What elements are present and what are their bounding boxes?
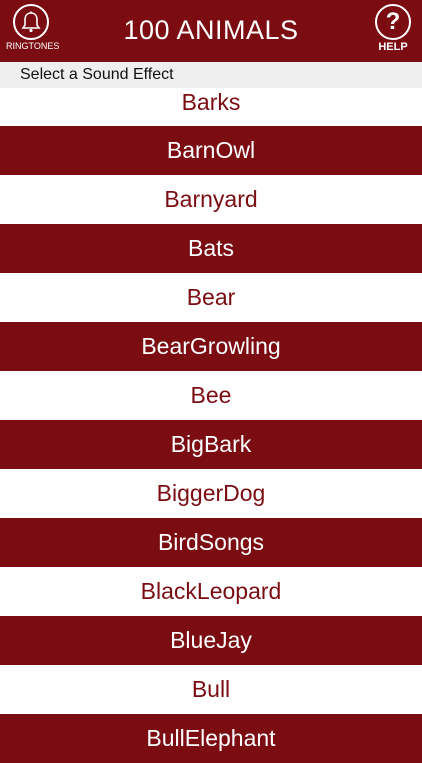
question-icon: ?	[375, 4, 411, 40]
help-label: HELP	[378, 41, 408, 53]
list-item[interactable]: BearGrowling	[0, 322, 422, 371]
list-item[interactable]: BarnOwl	[0, 126, 422, 175]
list-item[interactable]: Bats	[0, 224, 422, 273]
list-item[interactable]: BullElephant	[0, 714, 422, 763]
list-item[interactable]: BlueJay	[0, 616, 422, 665]
section-header: Select a Sound Effect	[0, 62, 422, 88]
list-item[interactable]: Bull	[0, 665, 422, 714]
list-item[interactable]: Bee	[0, 371, 422, 420]
list-item[interactable]: Bear	[0, 273, 422, 322]
list-item[interactable]: BiggerDog	[0, 469, 422, 518]
list-item[interactable]: Barks	[0, 88, 422, 126]
section-header-label: Select a Sound Effect	[20, 66, 174, 83]
list-item[interactable]: BirdSongs	[0, 518, 422, 567]
sound-list: Barks BarnOwl Barnyard Bats Bear BearGro…	[0, 88, 422, 763]
list-item[interactable]: Barnyard	[0, 175, 422, 224]
list-item[interactable]: BlackLeopard	[0, 567, 422, 616]
list-item[interactable]: BigBark	[0, 420, 422, 469]
help-button[interactable]: ? HELP	[368, 4, 418, 60]
app-title: 100 ANIMALS	[123, 15, 299, 45]
help-glyph: ?	[385, 8, 401, 35]
top-bar: RINGTONES 100 ANIMALS ? HELP	[0, 0, 422, 62]
